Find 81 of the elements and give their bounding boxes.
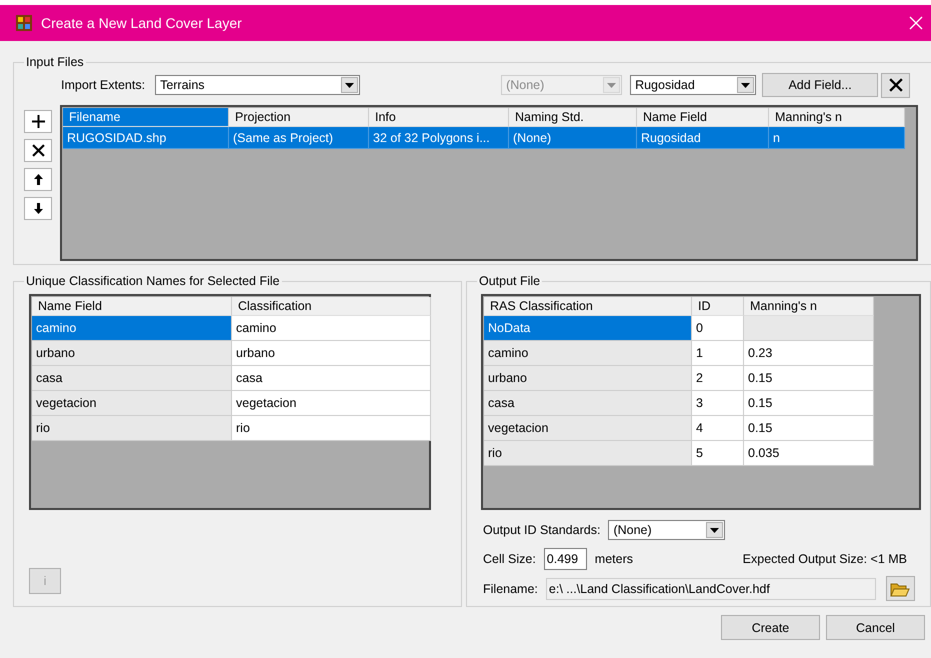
dialog-button[interactable]: Create bbox=[721, 615, 820, 640]
close-icon[interactable] bbox=[909, 16, 923, 30]
folder-icon bbox=[890, 580, 910, 596]
app-icon bbox=[16, 15, 32, 31]
add-field-button[interactable]: Add Field... bbox=[762, 73, 878, 97]
table-cell[interactable]: 4 bbox=[692, 416, 744, 441]
field-label: Output ID Standards: bbox=[483, 523, 600, 537]
cell-size-field[interactable]: 0.499 bbox=[544, 548, 587, 570]
column-header[interactable]: Projection bbox=[229, 108, 369, 127]
import-extents-dropdown[interactable]: Terrains bbox=[155, 75, 360, 95]
remove-button[interactable] bbox=[24, 139, 52, 162]
column-header[interactable]: Naming Std. bbox=[509, 108, 637, 127]
field-label: Filename: bbox=[483, 582, 538, 596]
table-cell[interactable]: 0.15 bbox=[744, 416, 874, 441]
table-cell[interactable]: urbano bbox=[232, 341, 431, 366]
close-icon bbox=[32, 144, 44, 157]
table-cell[interactable]: camino bbox=[32, 316, 232, 341]
table-cell[interactable]: camino bbox=[232, 316, 431, 341]
caret-icon bbox=[607, 82, 616, 88]
filename-field[interactable]: e:\ ...\Land Classification\LandCover.hdf bbox=[546, 578, 876, 600]
arrow-down-icon bbox=[34, 203, 42, 214]
column-header: ID bbox=[692, 297, 744, 316]
table-cell[interactable]: camino bbox=[484, 341, 692, 366]
table-cell[interactable]: rio bbox=[484, 441, 692, 466]
table-cell[interactable]: 32 of 32 Polygons i... bbox=[369, 127, 509, 149]
table-cell[interactable]: 2 bbox=[692, 366, 744, 391]
column-header[interactable]: Filename bbox=[63, 108, 229, 127]
remove-field-button[interactable] bbox=[881, 72, 910, 98]
group-title: Unique Classification Names for Selected File bbox=[25, 274, 281, 288]
column-header: RAS Classification bbox=[484, 297, 692, 316]
table-cell[interactable]: NoData bbox=[484, 316, 692, 341]
arrow-up-icon bbox=[34, 174, 42, 185]
table-cell[interactable]: vegetacion bbox=[484, 416, 692, 441]
table-cell[interactable]: casa bbox=[32, 366, 232, 391]
column-header: Manning's n bbox=[744, 297, 874, 316]
table-cell[interactable]: n bbox=[769, 127, 905, 149]
window-title: Create a New Land Cover Layer bbox=[41, 15, 243, 31]
table-cell[interactable]: 3 bbox=[692, 391, 744, 416]
table-cell[interactable]: 0.15 bbox=[744, 366, 874, 391]
unit-label: meters bbox=[594, 552, 633, 566]
caret-icon bbox=[741, 82, 750, 88]
table-cell[interactable]: RUGOSIDAD.shp bbox=[63, 127, 229, 149]
group-title: Output File bbox=[478, 274, 542, 288]
table-cell[interactable]: 0.23 bbox=[744, 341, 874, 366]
table-cell[interactable]: urbano bbox=[32, 341, 232, 366]
caret-icon bbox=[345, 82, 354, 88]
field-label: Cell Size: bbox=[483, 552, 536, 566]
table-cell[interactable]: (Same as Project) bbox=[229, 127, 369, 149]
table-cell[interactable] bbox=[744, 316, 874, 341]
table-cell[interactable]: casa bbox=[484, 391, 692, 416]
table-cell[interactable]: rio bbox=[232, 416, 431, 441]
column-header[interactable]: Name Field bbox=[637, 108, 769, 127]
plus-icon bbox=[32, 115, 44, 128]
move-down-button[interactable] bbox=[24, 197, 52, 220]
table-cell[interactable]: 5 bbox=[692, 441, 744, 466]
browse-button[interactable] bbox=[886, 576, 915, 601]
table-cell[interactable]: casa bbox=[232, 366, 431, 391]
caret-icon bbox=[710, 528, 720, 532]
field-label: Import Extents: bbox=[61, 78, 146, 92]
table-cell[interactable]: (None) bbox=[509, 127, 637, 149]
table-cell[interactable]: Rugosidad bbox=[637, 127, 769, 149]
table-cell[interactable]: rio bbox=[32, 416, 232, 441]
add-button[interactable] bbox=[24, 110, 52, 133]
expected-size-text: Expected Output Size: <1 MB bbox=[742, 552, 907, 566]
group-title: Input Files bbox=[25, 55, 85, 69]
table-cell[interactable]: vegetacion bbox=[232, 391, 431, 416]
dialog-button[interactable]: Cancel bbox=[826, 615, 925, 640]
close-icon bbox=[888, 78, 903, 92]
table-cell[interactable]: vegetacion bbox=[32, 391, 232, 416]
table-cell[interactable]: urbano bbox=[484, 366, 692, 391]
column-header: Name Field bbox=[32, 297, 232, 316]
table-cell[interactable]: 0 bbox=[692, 316, 744, 341]
column-header: Classification bbox=[232, 297, 431, 316]
name-field-dropdown[interactable]: Rugosidad bbox=[630, 75, 756, 95]
column-header[interactable]: Manning's n bbox=[769, 108, 905, 127]
table-cell[interactable]: 0.035 bbox=[744, 441, 874, 466]
output-id-dropdown[interactable]: (None) bbox=[608, 520, 726, 540]
move-up-button[interactable] bbox=[24, 168, 52, 191]
column-header[interactable]: Info bbox=[369, 108, 509, 127]
table-cell[interactable]: 0.15 bbox=[744, 391, 874, 416]
table-cell[interactable]: 1 bbox=[692, 341, 744, 366]
